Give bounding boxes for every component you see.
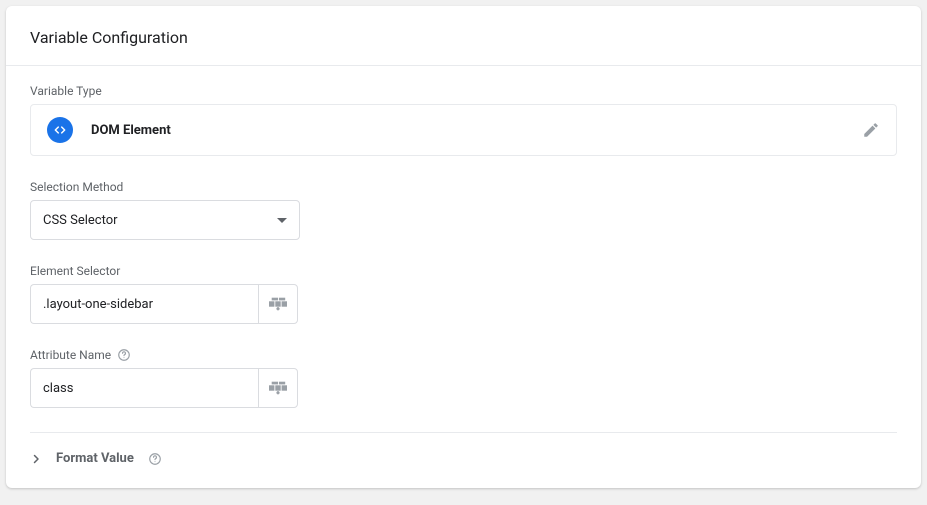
card-title: Variable Configuration [30,28,897,47]
pencil-icon[interactable] [862,121,880,139]
variable-type-name: DOM Element [91,123,862,138]
variable-type-row[interactable]: DOM Element [30,104,897,156]
format-value-label: Format Value [56,451,134,466]
attribute-name-variable-button[interactable] [258,368,298,408]
attribute-name-label-text: Attribute Name [30,348,111,362]
variable-type-label: Variable Type [30,84,897,98]
element-selector-label: Element Selector [30,264,897,278]
element-selector-input[interactable] [30,284,258,324]
help-icon[interactable] [117,348,131,362]
card-header: Variable Configuration [6,6,921,66]
code-icon [47,117,73,143]
brick-plus-icon [269,381,287,395]
caret-down-icon [277,218,287,223]
brick-plus-icon [269,297,287,311]
help-icon[interactable] [148,452,162,466]
element-selector-variable-button[interactable] [258,284,298,324]
attribute-name-label: Attribute Name [30,348,897,362]
variable-configuration-card: Variable Configuration Variable Type DOM… [6,6,921,488]
format-value-expander[interactable]: Format Value [6,433,921,488]
selection-method-value: CSS Selector [43,213,118,228]
selection-method-label: Selection Method [30,180,897,194]
attribute-name-input[interactable] [30,368,258,408]
selection-method-select[interactable]: CSS Selector [30,200,300,240]
card-body: Variable Type DOM Element Selection Meth… [6,66,921,433]
chevron-right-icon [30,453,42,465]
